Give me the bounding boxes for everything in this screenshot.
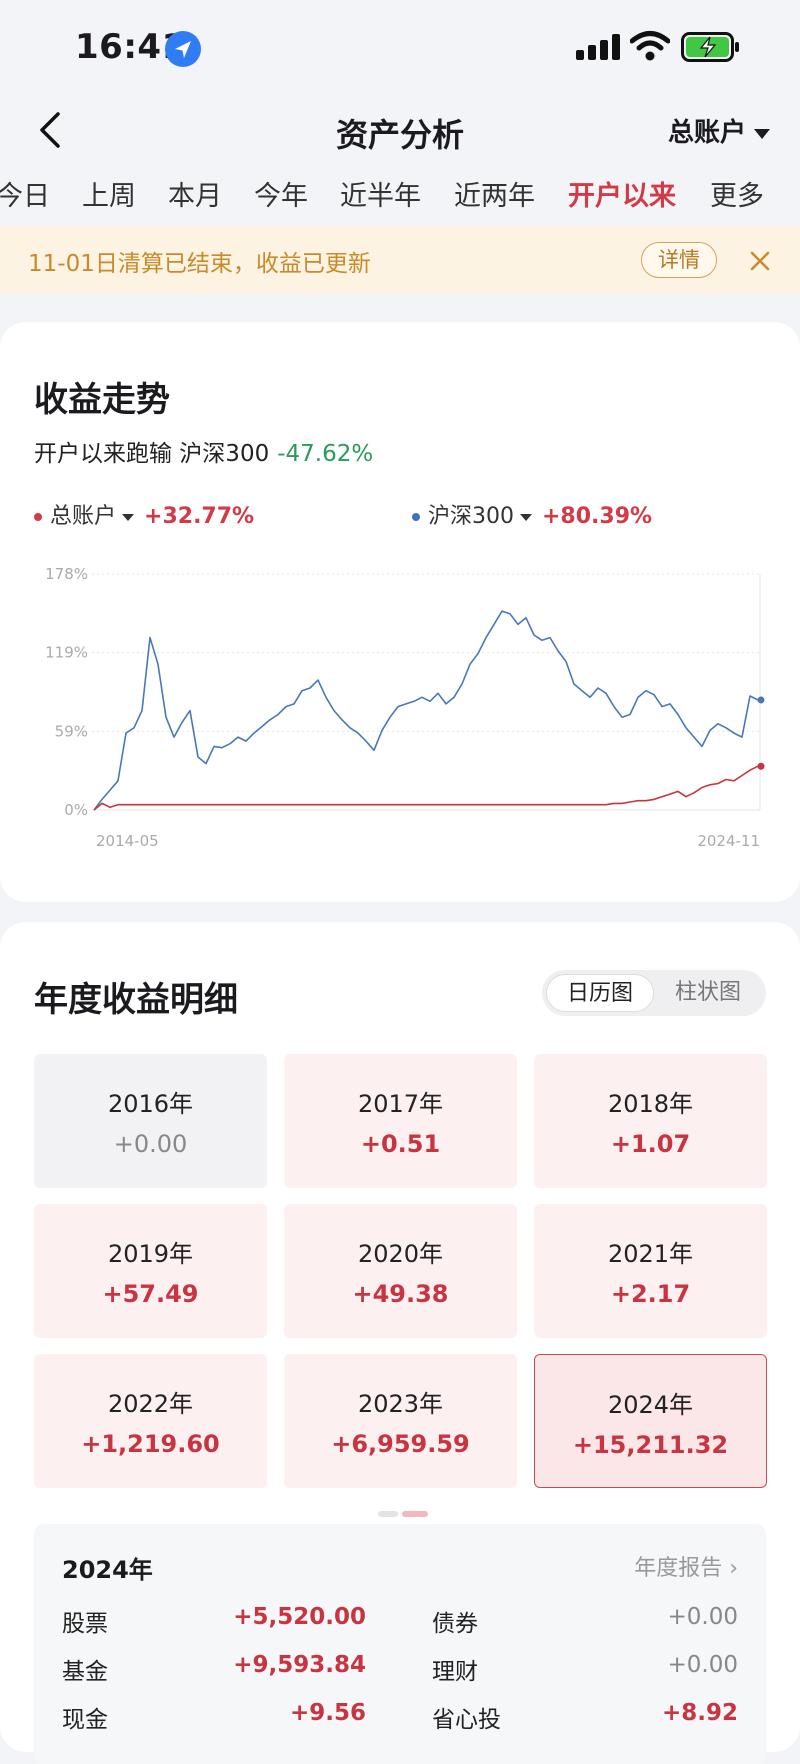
caret-down-icon <box>122 513 135 521</box>
series-end-point <box>757 696 765 704</box>
y-tick-label: 178% <box>45 565 88 583</box>
tab-two-years[interactable]: 近两年 <box>454 174 535 213</box>
year-label: 2017年 <box>357 1090 444 1118</box>
year-amount: +0.51 <box>360 1130 441 1158</box>
x-tick-label: 2024-11 <box>697 832 760 850</box>
y-tick-label: 59% <box>55 722 88 740</box>
year-cell[interactable]: 2022年 +1,219.60 <box>34 1354 267 1488</box>
trend-card: 收益走势 开户以来跑输 沪深300 -47.62% 总账户 +32.77% 沪深30… <box>0 322 800 902</box>
legend-dot <box>34 513 42 521</box>
trend-title: 收益走势 <box>34 380 170 420</box>
detail-item-value: +0.00 <box>667 1604 738 1630</box>
detail-year: 2024年 <box>62 1556 153 1584</box>
detail-item-value: +8.92 <box>661 1700 738 1726</box>
legend-account-name: 总账户 <box>50 504 117 529</box>
tab-half-year[interactable]: 近半年 <box>340 174 421 213</box>
detail-item-name: 省心投 <box>432 1707 501 1733</box>
settlement-notice: 11-01日清算已结束，收益已更新 详情 <box>0 226 800 294</box>
y-tick-label: 0% <box>64 801 88 819</box>
year-amount: +15,211.32 <box>572 1431 729 1459</box>
legend-account[interactable]: 总账户 +32.77% <box>34 498 254 530</box>
year-label: 2020年 <box>357 1240 444 1268</box>
page-indicator <box>376 1502 430 1521</box>
legend-account-value: +32.77% <box>144 504 255 529</box>
notice-text: 11-01日清算已结束，收益已更新 <box>28 251 371 277</box>
year-label: 2018年 <box>607 1090 694 1118</box>
y-tick-label: 119% <box>45 644 88 662</box>
year-label: 2016年 <box>107 1090 194 1118</box>
tab-last-week[interactable]: 上周 <box>82 174 136 213</box>
year-cell[interactable]: 2016年 +0.00 <box>34 1054 267 1188</box>
year-amount: +1,219.60 <box>81 1430 220 1458</box>
close-icon[interactable] <box>745 246 775 276</box>
trend-subtitle-value: -47.62% <box>277 441 374 467</box>
year-cell[interactable]: 2021年 +2.17 <box>534 1204 767 1338</box>
battery-charging-icon <box>681 32 739 62</box>
year-detail-panel: 2024年 年度报告 › 股票 +5,520.00 债券 +0.00 基金 +9… <box>34 1524 766 1764</box>
year-cell[interactable]: 2018年 +1.07 <box>534 1054 767 1188</box>
tab-this-year[interactable]: 今年 <box>254 174 308 213</box>
detail-item-name: 现金 <box>62 1707 108 1733</box>
page-dot <box>378 1511 398 1517</box>
caret-down-icon <box>754 128 770 139</box>
year-label: 2021年 <box>607 1240 694 1268</box>
detail-item-name: 债券 <box>432 1611 478 1637</box>
page-dot-active <box>402 1511 428 1517</box>
trend-subtitle-text: 开户以来跑输 沪深300 <box>34 441 270 467</box>
wifi-icon <box>630 31 670 61</box>
year-label: 2023年 <box>357 1390 444 1418</box>
tab-more[interactable]: 更多 <box>710 174 764 213</box>
period-tabs: 今日 上周 本月 今年 近半年 近两年 开户以来 更多 <box>0 168 800 216</box>
year-cell[interactable]: 2023年 +6,959.59 <box>284 1354 517 1488</box>
trend-chart[interactable]: 178% 119% 59% 0% 2014-05 2024-11 <box>40 554 770 894</box>
series-line-csi300 <box>93 610 759 811</box>
year-amount: +49.38 <box>352 1280 449 1308</box>
detail-item-name: 理财 <box>432 1659 478 1685</box>
detail-item-value: +9.56 <box>289 1700 366 1726</box>
year-cell[interactable]: 2017年 +0.51 <box>284 1054 517 1188</box>
account-label: 总账户 <box>667 118 746 148</box>
year-label: 2019年 <box>107 1240 194 1268</box>
legend-csi300[interactable]: 沪深300 +80.39% <box>412 498 652 530</box>
detail-item-name: 股票 <box>62 1611 108 1637</box>
notice-detail-button[interactable]: 详情 <box>641 242 717 278</box>
account-dropdown[interactable]: 总账户 <box>668 112 770 149</box>
year-amount: +57.49 <box>102 1280 199 1308</box>
tab-since-opening[interactable]: 开户以来 <box>568 174 676 213</box>
view-toggle: 日历图 柱状图 <box>542 970 766 1016</box>
year-amount: +0.00 <box>113 1130 188 1158</box>
legend-csi300-name: 沪深300 <box>428 504 514 529</box>
x-tick-label: 2014-05 <box>96 832 159 850</box>
year-amount: +2.17 <box>610 1280 691 1308</box>
legend-csi300-value: +80.39% <box>542 504 653 529</box>
trend-subtitle: 开户以来跑输 沪深300 -47.62% <box>34 434 373 468</box>
nav-bar: 资产分析 总账户 <box>0 96 800 162</box>
year-label: 2024年 <box>607 1391 694 1419</box>
caret-down-icon <box>520 513 532 521</box>
status-bar: 16:41 <box>0 0 800 96</box>
legend-dot <box>412 513 420 521</box>
year-label: 2022年 <box>107 1390 194 1418</box>
tab-this-month[interactable]: 本月 <box>168 174 222 213</box>
toggle-bar[interactable]: 柱状图 <box>654 974 762 1012</box>
detail-item-value: +0.00 <box>667 1652 738 1678</box>
series-end-point <box>757 762 765 770</box>
annual-report-link[interactable]: 年度报告 › <box>634 1550 738 1582</box>
detail-item-value: +5,520.00 <box>233 1604 366 1630</box>
year-cell-selected[interactable]: 2024年 +15,211.32 <box>534 1354 767 1488</box>
year-cell[interactable]: 2019年 +57.49 <box>34 1204 267 1338</box>
year-amount: +6,959.59 <box>331 1430 470 1458</box>
cellular-signal-icon <box>576 34 620 60</box>
toggle-calendar[interactable]: 日历图 <box>546 974 654 1012</box>
location-icon <box>165 31 201 67</box>
yearly-title: 年度收益明细 <box>34 980 238 1020</box>
year-cell[interactable]: 2020年 +49.38 <box>284 1204 517 1338</box>
detail-item-name: 基金 <box>62 1659 108 1685</box>
detail-item-value: +9,593.84 <box>233 1652 366 1678</box>
series-line-account <box>93 765 759 811</box>
yearly-card: 年度收益明细 日历图 柱状图 2016年 +0.00 2017年 +0.51 201… <box>0 922 800 1764</box>
year-amount: +1.07 <box>610 1130 691 1158</box>
tab-today[interactable]: 今日 <box>0 174 50 213</box>
